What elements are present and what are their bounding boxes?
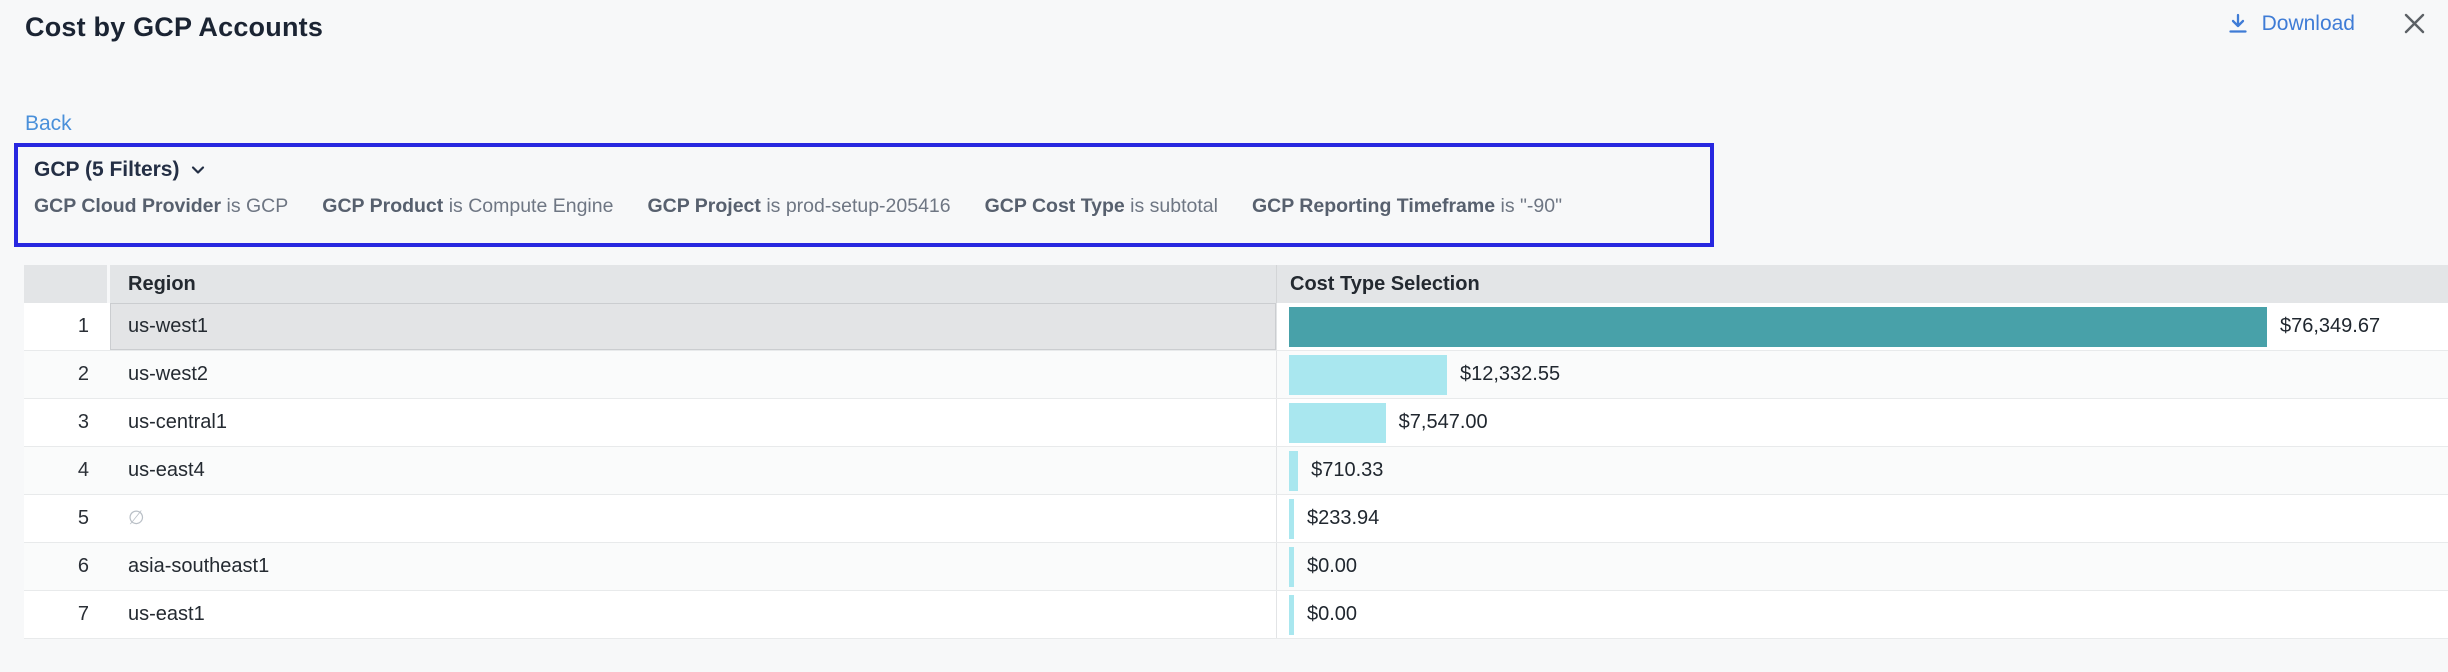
cost-bar[interactable] bbox=[1289, 403, 1386, 443]
cost-value: $12,332.55 bbox=[1460, 363, 1560, 386]
cost-by-gcp-accounts-panel: Cost by GCP Accounts Download Back GCP (… bbox=[0, 0, 2448, 672]
chevron-down-icon bbox=[189, 161, 207, 179]
cost-value: $233.94 bbox=[1307, 507, 1379, 530]
page-title: Cost by GCP Accounts bbox=[25, 12, 323, 43]
region-cell[interactable]: us-west2 bbox=[110, 351, 1277, 398]
cost-bar[interactable] bbox=[1289, 499, 1294, 539]
region-cell[interactable]: us-west1 bbox=[110, 303, 1277, 350]
cost-value: $76,349.67 bbox=[2280, 315, 2380, 338]
cost-cell: $7,547.00 bbox=[1277, 399, 2448, 446]
filter-list: GCP Cloud Provider is GCP GCP Product is … bbox=[34, 195, 1694, 218]
region-column-label: Region bbox=[128, 273, 196, 296]
cost-bar[interactable] bbox=[1289, 307, 2267, 347]
cost-cell: $76,349.67 bbox=[1277, 303, 2448, 350]
cost-cell: $0.00 bbox=[1277, 591, 2448, 638]
filter-item: GCP Reporting Timeframe is "-90" bbox=[1252, 195, 1562, 218]
row-number: 6 bbox=[24, 543, 110, 590]
table-body: 1 us-west1 $76,349.67 2 us-west2 $12,332… bbox=[24, 303, 2448, 639]
filter-item: GCP Product is Compute Engine bbox=[322, 195, 613, 218]
filter-panel: GCP (5 Filters) GCP Cloud Provider is GC… bbox=[14, 143, 1714, 247]
cost-bar[interactable] bbox=[1289, 595, 1294, 635]
filter-summary-label: GCP (5 Filters) bbox=[34, 158, 179, 182]
table-row[interactable]: 5 ∅ $233.94 bbox=[24, 495, 2448, 543]
cost-column-label: Cost Type Selection bbox=[1290, 273, 1480, 296]
cost-cell: $12,332.55 bbox=[1277, 351, 2448, 398]
cost-cell: $710.33 bbox=[1277, 447, 2448, 494]
cost-cell: $0.00 bbox=[1277, 543, 2448, 590]
row-number: 5 bbox=[24, 495, 110, 542]
filter-item: GCP Project is prod-setup-205416 bbox=[647, 195, 950, 218]
region-cell[interactable]: ∅ bbox=[110, 495, 1277, 542]
cost-column-header[interactable]: Cost Type Selection bbox=[1277, 265, 2448, 303]
region-column-header[interactable]: Region bbox=[110, 265, 1277, 303]
row-number: 4 bbox=[24, 447, 110, 494]
region-cell[interactable]: us-east4 bbox=[110, 447, 1277, 494]
cost-bar[interactable] bbox=[1289, 451, 1298, 491]
row-number: 2 bbox=[24, 351, 110, 398]
table-row[interactable]: 2 us-west2 $12,332.55 bbox=[24, 351, 2448, 399]
back-link[interactable]: Back bbox=[25, 112, 72, 136]
cost-value: $0.00 bbox=[1307, 603, 1357, 626]
row-number: 1 bbox=[24, 303, 110, 350]
cost-value: $710.33 bbox=[1311, 459, 1383, 482]
cost-cell: $233.94 bbox=[1277, 495, 2448, 542]
row-number: 7 bbox=[24, 591, 110, 638]
download-label: Download bbox=[2262, 12, 2355, 36]
table-row[interactable]: 4 us-east4 $710.33 bbox=[24, 447, 2448, 495]
table-row[interactable]: 6 asia-southeast1 $0.00 bbox=[24, 543, 2448, 591]
cost-table: Region Cost Type Selection 1 us-west1 $7… bbox=[24, 265, 2448, 639]
filter-item: GCP Cost Type is subtotal bbox=[985, 195, 1218, 218]
cost-bar[interactable] bbox=[1289, 547, 1294, 587]
table-row[interactable]: 1 us-west1 $76,349.67 bbox=[24, 303, 2448, 351]
download-icon bbox=[2226, 12, 2250, 36]
region-cell[interactable]: us-east1 bbox=[110, 591, 1277, 638]
region-cell[interactable]: asia-southeast1 bbox=[110, 543, 1277, 590]
table-row[interactable]: 7 us-east1 $0.00 bbox=[24, 591, 2448, 639]
row-number: 3 bbox=[24, 399, 110, 446]
table-row[interactable]: 3 us-central1 $7,547.00 bbox=[24, 399, 2448, 447]
close-icon[interactable] bbox=[2401, 10, 2428, 37]
cost-value: $0.00 bbox=[1307, 555, 1357, 578]
row-number-column-header bbox=[24, 265, 110, 303]
cost-value: $7,547.00 bbox=[1399, 411, 1488, 434]
region-cell[interactable]: us-central1 bbox=[110, 399, 1277, 446]
filter-summary-toggle[interactable]: GCP (5 Filters) bbox=[34, 158, 207, 182]
cost-bar[interactable] bbox=[1289, 355, 1447, 395]
table-header: Region Cost Type Selection bbox=[24, 265, 2448, 303]
filter-item: GCP Cloud Provider is GCP bbox=[34, 195, 288, 218]
download-button[interactable]: Download bbox=[2226, 12, 2355, 36]
